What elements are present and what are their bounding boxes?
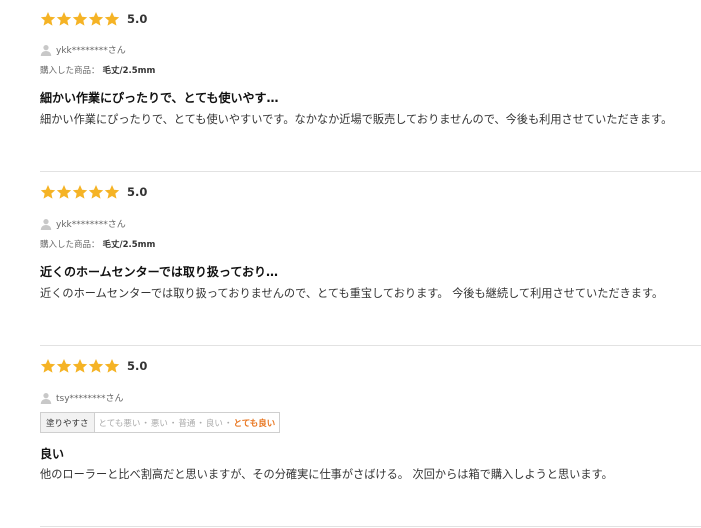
rating-option: とても悪い [98,418,141,429]
rating-option: 普通 [178,418,196,429]
star-icon [104,184,120,200]
rating-score: 5.0 [127,185,148,199]
divider [40,526,701,527]
purchased-item: 購入した商品： 毛丈/2.5mm [40,238,155,250]
review-title: 近くのホームセンターでは取り扱っており… [40,265,278,279]
star-icon [104,358,120,374]
divider [40,171,701,172]
star-icon [104,11,120,27]
star-icon [40,11,56,27]
attribute-rating: 塗りやすさ とても悪い・ 悪い・ 普通・ 良い・ とても良い [40,412,281,433]
rating-option-selected: とても良い [233,418,276,429]
star-icon [88,184,104,200]
divider [40,345,701,346]
reviewer-name: ykk********さん [56,46,126,56]
star-icon [72,184,88,200]
star-icon [88,11,104,27]
review-item: 5.0 tsy********さん 塗りやすさ とても悪い・ 悪い・ 普通・ 良… [40,348,701,528]
review-item: 5.0 ykk********さん 購入した商品： 毛丈/2.5mm 近くのホーム… [40,174,701,346]
star-icon [88,358,104,374]
review-title: 良い [40,447,65,461]
rating-score: 5.0 [127,359,148,373]
reviewer: tsy********さん [40,391,124,404]
user-avatar-icon [40,218,52,230]
star-rating: 5.0 [40,11,147,27]
separator: ・ [168,418,178,429]
purchased-item: 購入した商品： 毛丈/2.5mm [40,64,155,76]
review-body: 細かい作業にぴったりで、とても使いやすいです。なかなか近場で販売しておりませんの… [40,113,673,126]
star-icon [72,358,88,374]
star-icon [72,11,88,27]
reviewer: ykk********さん [40,43,126,56]
star-icon [40,358,56,374]
separator: ・ [141,418,150,429]
attribute-rating-label: 塗りやすさ [41,413,95,432]
rating-score: 5.0 [127,12,148,26]
star-icon [56,11,72,27]
review-item: 5.0 ykk********さん 購入した商品： 毛丈/2.5mm 細かい作業に… [40,0,701,172]
review-body: 近くのホームセンターでは取り扱っておりませんので、とても重宝しております。 今後… [40,287,664,300]
star-rating: 5.0 [40,358,147,374]
rating-option: 悪い [150,418,168,429]
user-avatar-icon [40,44,52,56]
star-icon [56,358,72,374]
reviewer: ykk********さん [40,217,126,230]
star-rating: 5.0 [40,184,147,200]
purchased-item-value: 毛丈/2.5mm [102,66,156,76]
user-avatar-icon [40,392,52,404]
review-title: 細かい作業にぴったりで、とても使いやす… [40,91,279,105]
star-icon [40,184,56,200]
star-icon [56,184,72,200]
purchased-item-label: 購入した商品： [40,66,100,76]
reviewer-name: tsy********さん [56,394,124,404]
purchased-item-value: 毛丈/2.5mm [102,240,156,250]
review-body: 他のローラーと比べ割高だと思いますが、その分確実に仕事がさばける。 次回からは箱… [40,468,613,481]
purchased-item-label: 購入した商品： [40,240,100,250]
attribute-rating-options: とても悪い・ 悪い・ 普通・ 良い・ とても良い [95,413,280,432]
rating-option: 良い [205,418,223,429]
reviewer-name: ykk********さん [56,220,126,230]
separator: ・ [223,418,233,429]
separator: ・ [196,418,205,429]
